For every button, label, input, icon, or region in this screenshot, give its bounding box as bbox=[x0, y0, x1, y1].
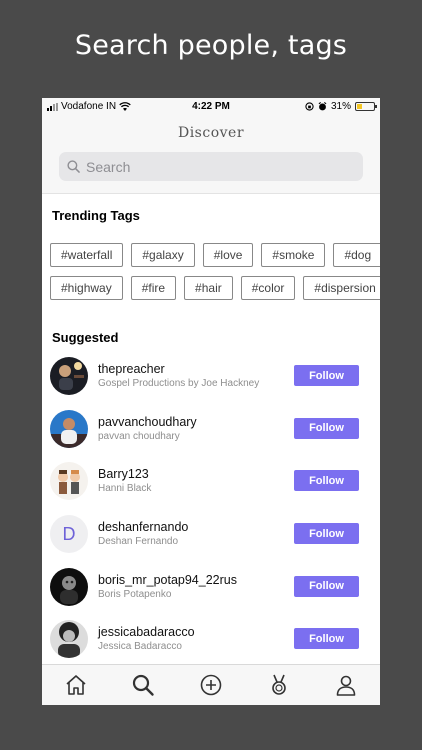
list-item[interactable]: pavvanchoudhary pavvan choudhary Follow bbox=[42, 409, 380, 463]
tag-row: #waterfall #galaxy #love #smoke #dog bbox=[50, 243, 380, 267]
avatar[interactable] bbox=[50, 567, 88, 606]
suggested-list: thepreacher Gospel Productions by Joe Ha… bbox=[42, 357, 380, 673]
tag-chip[interactable]: #fire bbox=[130, 276, 177, 300]
trending-tags: #waterfall #galaxy #love #smoke #dog #hi… bbox=[42, 243, 380, 300]
tag-chip[interactable]: #smoke bbox=[261, 243, 326, 267]
status-bar: Vodafone IN 4:22 PM 31% bbox=[42, 98, 380, 116]
full-name: Boris Potapenko bbox=[98, 588, 172, 600]
follow-button[interactable]: Follow bbox=[294, 523, 359, 545]
tag-row: #highway #fire #hair #color #dispersion bbox=[50, 276, 380, 300]
username[interactable]: jessicabadaracco bbox=[98, 625, 195, 639]
tag-chip[interactable]: #color bbox=[240, 276, 296, 300]
full-name: pavvan choudhary bbox=[98, 430, 180, 442]
follow-button[interactable]: Follow bbox=[294, 365, 359, 386]
alarm-icon bbox=[318, 102, 327, 111]
list-item[interactable]: thepreacher Gospel Productions by Joe Ha… bbox=[42, 357, 380, 410]
phone-screen: Vodafone IN 4:22 PM 31% Discover Search … bbox=[42, 98, 380, 705]
full-name: Gospel Productions by Joe Hackney bbox=[98, 378, 260, 389]
avatar[interactable] bbox=[50, 409, 88, 448]
list-item[interactable]: D deshanfernando Deshan Fernando Follow bbox=[42, 515, 380, 568]
username[interactable]: deshanfernando bbox=[98, 520, 188, 534]
follow-button[interactable]: Follow bbox=[294, 417, 359, 439]
avatar[interactable]: D bbox=[50, 515, 88, 554]
username[interactable]: Barry123 bbox=[98, 467, 149, 481]
tag-chip[interactable]: #dog bbox=[333, 243, 380, 267]
follow-button[interactable]: Follow bbox=[294, 575, 359, 597]
orientation-lock-icon bbox=[305, 102, 314, 111]
full-name: Deshan Fernando bbox=[98, 536, 179, 548]
search-input[interactable] bbox=[86, 158, 326, 175]
follow-button[interactable]: Follow bbox=[294, 470, 359, 492]
promo-title: Search people, tags bbox=[74, 30, 348, 61]
username[interactable]: pavvanchoudhary bbox=[98, 415, 197, 429]
search-icon[interactable] bbox=[130, 672, 156, 698]
username[interactable]: boris_mr_potap94_22rus bbox=[98, 573, 237, 587]
tag-chip[interactable]: #highway bbox=[50, 276, 123, 300]
search-icon bbox=[67, 160, 80, 173]
tab-bar bbox=[42, 664, 380, 705]
battery-icon bbox=[355, 102, 377, 111]
avatar[interactable] bbox=[50, 357, 88, 395]
tag-chip[interactable]: #waterfall bbox=[50, 243, 124, 267]
tag-chip[interactable]: #hair bbox=[184, 276, 233, 300]
tag-chip[interactable]: #dispersion bbox=[303, 276, 380, 300]
profile-icon[interactable] bbox=[333, 672, 359, 698]
battery-fill bbox=[357, 104, 362, 109]
add-icon[interactable] bbox=[198, 672, 224, 698]
trending-tags-title: Trending Tags bbox=[52, 208, 140, 223]
list-item[interactable]: Barry123 Hanni Black Follow bbox=[42, 462, 380, 515]
avatar[interactable] bbox=[50, 620, 88, 659]
home-icon[interactable] bbox=[63, 672, 89, 698]
suggested-title: Suggested bbox=[52, 330, 119, 345]
avatar[interactable] bbox=[50, 462, 88, 501]
tag-chip[interactable]: #love bbox=[202, 243, 254, 267]
search-bar bbox=[42, 152, 380, 194]
tag-chip[interactable]: #galaxy bbox=[131, 243, 195, 267]
username[interactable]: thepreacher bbox=[98, 362, 165, 376]
page-title: Discover bbox=[42, 116, 380, 152]
list-item[interactable]: boris_mr_potap94_22rus Boris Potapenko F… bbox=[42, 567, 380, 621]
battery-percent: 31% bbox=[330, 101, 351, 112]
full-name: Hanni Black bbox=[98, 483, 152, 495]
follow-button[interactable]: Follow bbox=[294, 628, 359, 650]
full-name: Jessica Badaracco bbox=[98, 641, 182, 653]
search-box[interactable] bbox=[59, 152, 363, 181]
medal-icon[interactable] bbox=[266, 672, 292, 698]
